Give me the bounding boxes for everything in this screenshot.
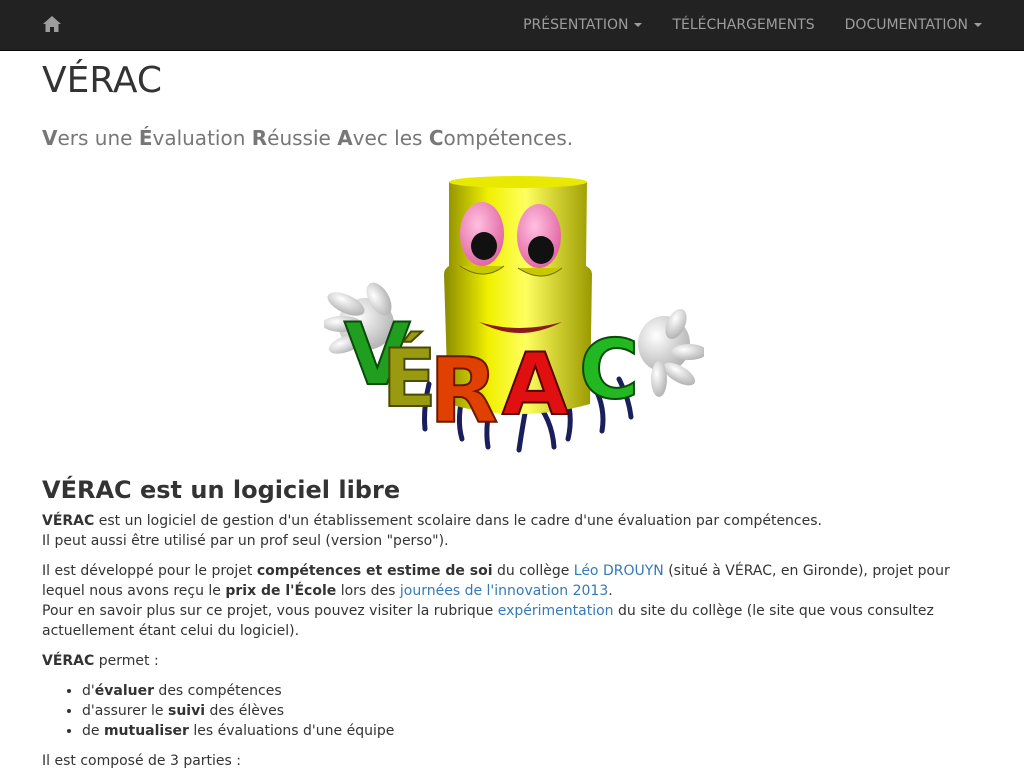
verac-mascot-logo: V É R A C bbox=[322, 174, 707, 456]
permet-paragraph: VÉRAC permet : bbox=[42, 651, 982, 671]
list-item: d'assurer le suivi des élèves bbox=[82, 701, 394, 721]
tagline-text: ompétences. bbox=[443, 126, 574, 150]
p2-text: . bbox=[608, 583, 613, 599]
section-heading-rest: est un logiciel libre bbox=[131, 476, 401, 504]
p3-text: permet : bbox=[94, 653, 159, 669]
p1-line2: Il peut aussi être utilisé par un prof s… bbox=[42, 533, 449, 549]
tagline-initial: R bbox=[251, 126, 268, 150]
list-item-text: des compétences bbox=[153, 683, 282, 699]
nav-documentation[interactable]: DOCUMENTATION bbox=[830, 0, 997, 50]
list-item-text: d' bbox=[82, 683, 95, 699]
top-navbar: PRÉSENTATION TÉLÉCHARGEMENTS DOCUMENTATI… bbox=[0, 0, 1024, 51]
tagline-text: éussie bbox=[267, 126, 338, 150]
nav-telechargements-label: TÉLÉCHARGEMENTS bbox=[672, 17, 815, 33]
page-title: VÉRAC bbox=[42, 60, 163, 101]
list-item-bold: suivi bbox=[168, 703, 206, 719]
p2-text: du site du collège (le site que vous con… bbox=[613, 603, 934, 619]
p2-bold: prix de l'École bbox=[225, 583, 337, 599]
p3-bold: VÉRAC bbox=[42, 653, 95, 669]
p2-text: Il est développé pour le projet bbox=[42, 563, 257, 579]
home-icon[interactable] bbox=[42, 14, 62, 34]
p1-text: est un logiciel de gestion d'un établiss… bbox=[94, 513, 822, 529]
tagline-text: valuation bbox=[152, 126, 252, 150]
p2-text: (situé à VÉRAC, en Gironde), projet pour bbox=[663, 563, 950, 579]
link-journees-innovation[interactable]: journées de l'innovation 2013 bbox=[400, 583, 608, 599]
p2-text: lors des bbox=[336, 583, 400, 599]
link-leo-drouyn[interactable]: Léo DROUYN bbox=[574, 563, 664, 579]
list-item-text: des élèves bbox=[205, 703, 285, 719]
p2-bold: compétences et estime de soi bbox=[256, 563, 493, 579]
list-item-text: d'assurer le bbox=[82, 703, 168, 719]
main-content: VÉRAC Vers une Évaluation Réussie Avec l… bbox=[42, 51, 982, 769]
svg-text:C: C bbox=[579, 323, 639, 418]
tagline-text: vec les bbox=[352, 126, 429, 150]
p2-text: lequel nous avons reçu le bbox=[42, 583, 226, 599]
features-list: d'évaluer des compétences d'assurer le s… bbox=[82, 681, 394, 741]
tagline-text: ers une bbox=[57, 126, 139, 150]
list-item-text: de bbox=[82, 723, 104, 739]
tagline-initial: V bbox=[42, 126, 58, 150]
list-item: de mutualiser les évaluations d'une équi… bbox=[82, 721, 394, 741]
section-heading-bold: VÉRAC bbox=[42, 476, 132, 504]
p2-text: actuellement étant celui du logiciel). bbox=[42, 623, 300, 639]
svg-text:A: A bbox=[502, 335, 569, 435]
nav-presentation-label: PRÉSENTATION bbox=[523, 17, 629, 33]
p2-text: Pour en savoir plus sur ce projet, vous … bbox=[42, 603, 498, 619]
tagline-initial: C bbox=[428, 126, 444, 150]
p2-text: du collège bbox=[492, 563, 574, 579]
link-experimentation[interactable]: expérimentation bbox=[498, 603, 614, 619]
caret-down-icon bbox=[634, 23, 643, 27]
nav-presentation[interactable]: PRÉSENTATION bbox=[508, 0, 657, 50]
section-heading: VÉRAC est un logiciel libre bbox=[42, 475, 400, 505]
tagline: Vers une Évaluation Réussie Avec les Com… bbox=[42, 126, 573, 150]
nav-documentation-label: DOCUMENTATION bbox=[844, 17, 968, 33]
list-item-bold: évaluer bbox=[94, 683, 154, 699]
tagline-initial: A bbox=[337, 126, 353, 150]
svg-text:R: R bbox=[429, 339, 498, 444]
caret-down-icon bbox=[974, 23, 982, 27]
parts-paragraph: Il est composé de 3 parties : bbox=[42, 753, 242, 769]
project-paragraph: Il est développé pour le projet compéten… bbox=[42, 561, 982, 641]
nav-telechargements[interactable]: TÉLÉCHARGEMENTS bbox=[657, 0, 829, 50]
list-item-bold: mutualiser bbox=[103, 723, 189, 739]
list-item: d'évaluer des compétences bbox=[82, 681, 394, 701]
tagline-initial: É bbox=[138, 126, 153, 150]
p1-bold: VÉRAC bbox=[42, 513, 95, 529]
intro-paragraph: VÉRAC est un logiciel de gestion d'un ét… bbox=[42, 511, 982, 551]
list-item-text: les évaluations d'une équipe bbox=[188, 723, 395, 739]
